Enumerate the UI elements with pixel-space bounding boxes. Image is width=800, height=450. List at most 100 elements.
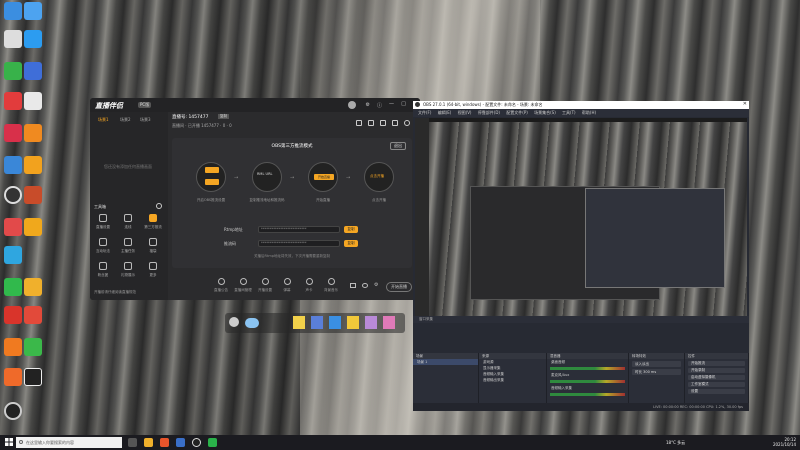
nvidia-icon[interactable] [24,338,42,356]
volume-meter[interactable] [550,367,625,370]
qq-icon[interactable] [4,218,22,236]
tool-lucky-bag[interactable]: 福袋 [142,238,164,258]
orange-tool-icon[interactable] [4,368,22,386]
system-clock[interactable]: 20:12 2021/10/14 [773,437,796,447]
edge-icon[interactable] [24,2,42,20]
footer-settings[interactable]: 开播设置 [254,278,276,293]
exit-button[interactable]: 退出 [390,142,406,150]
eye-icon[interactable] [362,283,368,288]
share-icon[interactable] [356,120,362,126]
close-icon[interactable]: ✕ [743,101,747,107]
settings-button[interactable]: 设置 [688,389,745,394]
orange-app-icon[interactable] [24,124,42,142]
menu-edit[interactable]: 编辑(E) [438,110,452,115]
wegame-icon[interactable] [24,218,42,236]
gear-icon[interactable]: ⚙ [374,282,378,288]
stream-key-field[interactable]: ************************** [258,240,340,247]
green-app-icon[interactable] [4,62,22,80]
tab-scene-2[interactable]: 场景2 [120,117,131,123]
start-streaming-button[interactable]: 开始推流 [688,361,745,366]
weather-widget[interactable]: 18°C 多云 [666,440,685,446]
menu-profile[interactable]: 配置文件(P) [506,110,528,115]
tab-scene-3[interactable]: 场景3 [140,117,151,123]
game-thumb-icon[interactable] [329,316,341,329]
avatar[interactable] [348,101,356,109]
tool-link[interactable]: 连线 [117,214,139,234]
windows-start-icon[interactable] [5,438,13,446]
settings-icon[interactable]: ⚙ [366,102,370,108]
video-app-icon[interactable] [24,30,42,48]
tool-app-icon[interactable] [24,186,42,204]
this-pc-icon[interactable] [4,2,22,20]
footer-room-manage[interactable]: 直播间管理 [232,278,254,293]
scene-item[interactable]: 场景 1 [413,359,478,365]
footer-music[interactable]: 背景音乐 [320,278,342,293]
game-thumb-icon[interactable] [293,316,305,329]
obs-titlebar[interactable]: OBS 27.0.1 (64-bit, windows) - 配置文件: 未命名… [413,101,749,109]
transition-duration[interactable]: 时长 300 ms [632,369,681,375]
game-thumb-icon[interactable] [347,316,359,329]
menu-tools[interactable]: 工具(T) [562,110,576,115]
bottom-hint[interactable]: 开播前请仔细阅读直播规范 [94,290,136,295]
steam-icon[interactable] [24,62,42,80]
game-thumb-icon[interactable] [365,316,377,329]
tool-third-party-stream[interactable]: 第三方推流 [142,214,164,234]
task-view-icon[interactable] [128,438,137,447]
virtual-camera-button[interactable]: 启动虚拟摄像机 [688,375,745,380]
toolbox-toggle-icon[interactable] [156,203,162,209]
menu-help[interactable]: 帮助(H) [582,110,596,115]
footer-soundcard[interactable]: 声卡 [298,278,320,293]
file-app-icon[interactable] [24,278,42,296]
obs-taskbar-icon[interactable] [192,438,201,447]
taskbar-search-input[interactable]: 在这里输入你要搜索的内容 [16,437,122,448]
lock-icon[interactable] [368,120,374,126]
minimize-icon[interactable]: — [389,101,394,107]
copy-key-button[interactable]: 复制 [344,240,358,247]
menu-scene-collection[interactable]: 场景集合(S) [534,110,556,115]
volume-meter[interactable] [550,393,625,396]
tool-gift[interactable]: 礼物展示 [117,262,139,282]
steam-taskbar-icon[interactable] [176,438,185,447]
info-icon[interactable]: ⓘ [377,102,382,109]
game-app-icon[interactable] [24,156,42,174]
menu-docks[interactable]: 停靠部件(D) [478,110,500,115]
screen-icon[interactable] [380,120,386,126]
app-icon[interactable] [160,438,169,447]
footer-danmaku[interactable]: 弹幕 [276,278,298,293]
copy-rtmp-button[interactable]: 复制 [344,226,358,233]
red-tool-icon[interactable] [4,306,22,324]
tool-interactive[interactable]: 互动玩法 [92,238,114,258]
start-recording-button[interactable]: 开始录制 [688,368,745,373]
tool-live-settings[interactable]: 直播设置 [92,214,114,234]
cross-app-icon[interactable] [24,306,42,324]
studio-mode-button[interactable]: 工作室模式 [688,382,745,387]
game-thumb-icon[interactable] [383,316,395,329]
red-app-icon[interactable] [4,92,22,110]
obs-preview[interactable] [415,118,747,316]
bell-icon[interactable] [392,120,398,126]
cloud-icon[interactable] [4,246,22,264]
menu-file[interactable]: 文件(F) [418,110,431,115]
cloud-icon[interactable] [229,317,239,327]
netease-music-icon[interactable] [4,124,22,142]
white-app-icon[interactable] [24,92,42,110]
zb-titlebar[interactable]: 直播伴侣 PC版 ⚙ ⓘ — □ ✕ [90,98,420,112]
weather-icon[interactable] [245,318,259,328]
file-explorer-icon[interactable] [144,438,153,447]
tool-more[interactable]: 更多 [142,262,164,282]
wechat-taskbar-icon[interactable] [208,438,217,447]
start-live-button[interactable]: 开始直播 [386,282,412,292]
tab-scene-1[interactable]: 场景1 [98,117,109,123]
tool-tasks[interactable]: 主播任务 [117,238,139,258]
game-thumb-icon[interactable] [311,316,323,329]
transition-select[interactable]: 淡入淡出 [632,361,681,367]
room-copy-badge[interactable]: 复制 [218,114,229,119]
volume-meter[interactable] [550,380,625,383]
maximize-icon[interactable]: □ [401,101,406,107]
tool-fans[interactable]: 粉丝团 [92,262,114,282]
wechat-icon[interactable] [4,278,22,296]
obs-desktop-icon[interactable] [4,186,22,204]
black-app-icon[interactable] [24,368,42,386]
source-item[interactable]: 音频输出采集 [479,377,546,383]
jianying-icon[interactable] [4,30,22,48]
